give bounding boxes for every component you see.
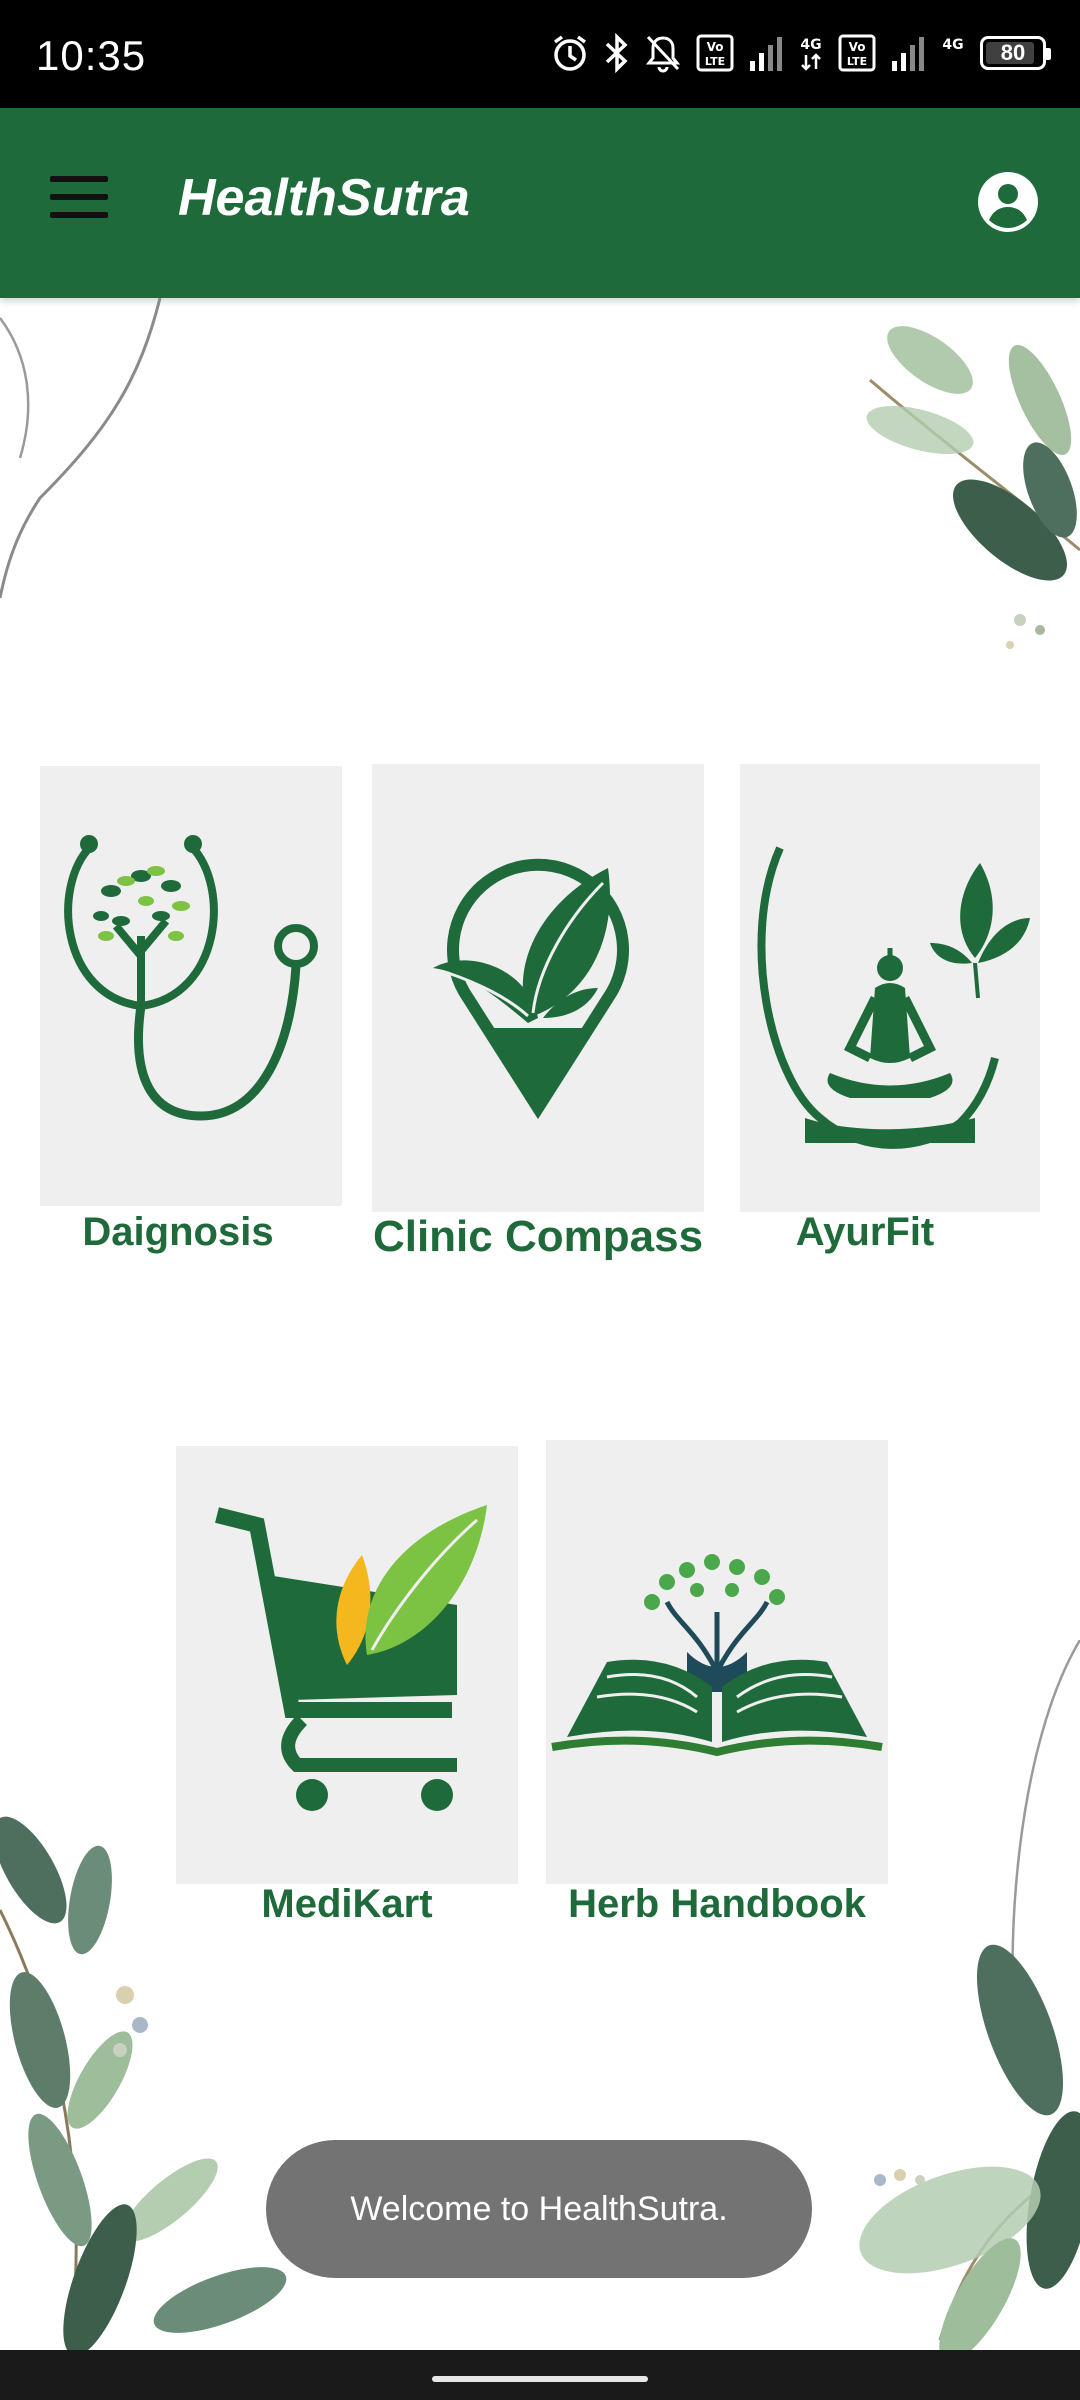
tile-label: Clinic Compass xyxy=(372,1212,704,1261)
svg-text:Vo: Vo xyxy=(707,40,724,54)
svg-text:LTE: LTE xyxy=(705,55,725,68)
app-bar: HealthSutra xyxy=(0,108,1080,298)
signal-icon xyxy=(750,37,782,71)
cart-leaf-icon xyxy=(176,1446,518,1884)
account-circle-icon[interactable] xyxy=(976,170,1040,234)
leaf-decoration-top-left xyxy=(0,298,162,599)
4g-icon: 4G xyxy=(942,37,963,53)
svg-text:4G: 4G xyxy=(942,37,963,53)
yoga-meditation-icon xyxy=(740,764,1040,1212)
toast-message: Welcome to HealthSutra. xyxy=(350,2189,728,2228)
status-time: 10:35 xyxy=(36,32,147,79)
bell-off-icon xyxy=(645,35,681,73)
svg-text:Vo: Vo xyxy=(849,40,866,54)
battery-fill xyxy=(986,42,1034,64)
location-leaf-icon xyxy=(372,764,704,1212)
volte-icon: VoLTE xyxy=(696,34,734,72)
stethoscope-tree-icon xyxy=(40,766,342,1206)
navigation-bar xyxy=(0,2350,1080,2400)
bluetooth-icon xyxy=(605,33,628,73)
hamburger-menu-icon[interactable] xyxy=(50,176,110,226)
volte-icon: VoLTE xyxy=(838,34,876,72)
status-bar: 10:35 Vo LTE 4G Vo LTE 4G 80 xyxy=(0,0,1080,108)
leaf-decoration-top-right xyxy=(866,326,1080,649)
svg-text:4G: 4G xyxy=(800,37,821,53)
tile-label: Daignosis xyxy=(82,1210,274,1254)
signal-icon xyxy=(892,37,924,71)
4g-icon: 4G xyxy=(800,37,822,71)
tile-label: MediKart xyxy=(261,1882,433,1926)
status-icons: Vo LTE 4G Vo LTE 4G 80 xyxy=(550,30,1051,76)
tile-label: Herb Handbook xyxy=(568,1882,866,1926)
book-tree-icon xyxy=(546,1440,888,1884)
tile-label: AyurFit xyxy=(795,1210,935,1254)
app-title: HealthSutra xyxy=(178,169,470,227)
svg-text:LTE: LTE xyxy=(847,55,867,68)
home-gesture-handle[interactable] xyxy=(432,2376,648,2382)
welcome-toast: Welcome to HealthSutra. xyxy=(266,2140,812,2278)
battery-icon: 80 xyxy=(980,36,1051,70)
alarm-icon xyxy=(553,35,587,71)
